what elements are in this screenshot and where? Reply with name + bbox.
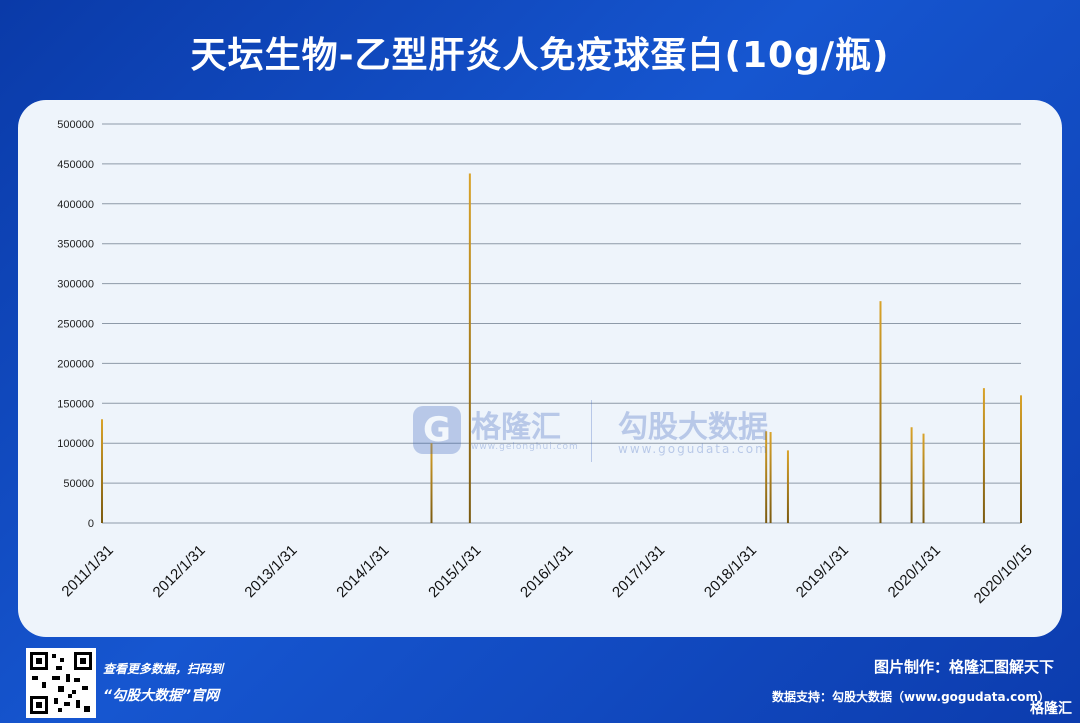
bar bbox=[982, 388, 985, 523]
watermark-divider bbox=[591, 400, 592, 462]
x-tick-label: 2013/1/31 bbox=[241, 542, 300, 601]
x-tick-label: 2012/1/31 bbox=[150, 542, 209, 601]
y-tick-label: 350000 bbox=[57, 239, 94, 251]
data-support-text: 数据支持：勾股大数据（www.gogudata.com） bbox=[772, 690, 1050, 704]
gelonghui-logo-icon: G bbox=[413, 406, 461, 454]
bar bbox=[879, 301, 882, 523]
watermark-url-gelonghui: www.gelonghui.com bbox=[471, 442, 579, 452]
scan-prompt-text: 查看更多数据，扫码到 bbox=[103, 662, 224, 676]
y-tick-label: 0 bbox=[88, 518, 94, 530]
corner-logo: 格隆汇 bbox=[1030, 701, 1072, 717]
x-tick-label: 2016/1/31 bbox=[517, 542, 576, 601]
made-by-text: 图片制作：格隆汇图解天下 bbox=[873, 658, 1054, 676]
x-tick-label: 2020/10/15 bbox=[971, 542, 1036, 607]
watermark-brand-gogudata: 勾股大数据 bbox=[618, 410, 768, 445]
y-tick-label: 450000 bbox=[57, 159, 94, 171]
y-tick-label: 400000 bbox=[57, 199, 94, 211]
y-tick-label: 50000 bbox=[63, 478, 94, 490]
x-tick-label: 2018/1/31 bbox=[701, 542, 760, 601]
x-tick-label: 2020/1/31 bbox=[885, 542, 944, 601]
y-tick-label: 100000 bbox=[57, 438, 94, 450]
bar bbox=[101, 419, 103, 523]
y-tick-label: 150000 bbox=[57, 398, 94, 410]
x-tick-label: 2017/1/31 bbox=[609, 542, 668, 601]
bar-chart: 0 50000 100000 150000 200000 250000 300000 3500… bbox=[57, 119, 1036, 607]
watermark-url-gogudata: www.gogudata.com bbox=[618, 442, 769, 456]
chart-panel: 0 50000 100000 150000 200000 250000 300000 3500… bbox=[18, 100, 1062, 637]
watermark: G 格隆汇 www.gelonghui.com 勾股大数据 www.goguda… bbox=[413, 398, 793, 468]
x-tick-label: 2014/1/31 bbox=[333, 542, 392, 601]
y-tick-label: 300000 bbox=[57, 279, 94, 291]
site-name-text: “勾股大数据”官网 bbox=[103, 688, 220, 704]
x-tick-label: 2015/1/31 bbox=[425, 542, 484, 601]
qr-code-icon bbox=[26, 648, 96, 718]
bar bbox=[1020, 395, 1022, 523]
bar bbox=[468, 173, 471, 523]
y-tick-label: 500000 bbox=[57, 119, 94, 131]
y-tick-label: 200000 bbox=[57, 358, 94, 370]
bar bbox=[922, 433, 925, 523]
x-tick-label: 2019/1/31 bbox=[793, 542, 852, 601]
y-tick-label: 250000 bbox=[57, 319, 94, 331]
bar bbox=[910, 427, 913, 523]
x-tick-label: 2011/1/31 bbox=[58, 542, 116, 600]
chart-title: 天坛生物-乙型肝炎人免疫球蛋白(10g/瓶) bbox=[190, 35, 890, 76]
watermark-brand-gelonghui: 格隆汇 bbox=[471, 410, 561, 445]
